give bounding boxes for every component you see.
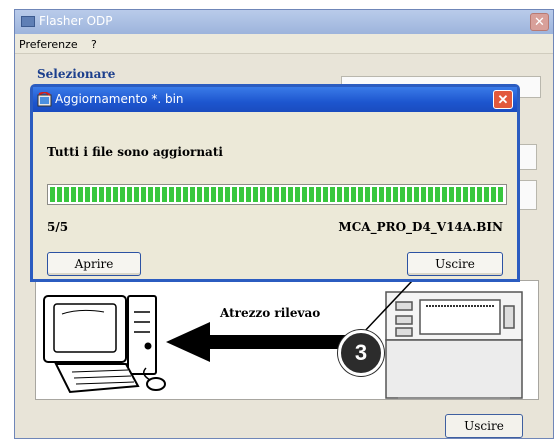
device-icon — [385, 291, 523, 399]
progress-fill — [50, 187, 504, 202]
update-dialog: Aggiornamento *. bin ✕ Tutti i file sono… — [30, 84, 520, 282]
computer-icon — [43, 295, 166, 394]
dialog-title-bar: Aggiornamento *. bin ✕ — [33, 87, 517, 112]
dialog-app-icon — [37, 92, 52, 107]
open-button[interactable]: Aprire — [47, 252, 141, 276]
exit-button[interactable]: Uscire — [407, 252, 503, 276]
transfer-arrow-icon — [166, 322, 350, 362]
current-filename: MCA_PRO_D4_V14A.BIN — [338, 220, 503, 234]
dialog-close-button[interactable]: ✕ — [493, 90, 513, 109]
dialog-title: Aggiornamento *. bin — [55, 92, 184, 106]
file-count: 5/5 — [47, 220, 69, 234]
arrow-label: Atrezzo rilevao — [220, 306, 321, 320]
step-callout-badge: 3 — [338, 330, 384, 376]
progress-bar — [47, 184, 507, 205]
status-message: Tutti i file sono aggiornati — [47, 145, 223, 159]
